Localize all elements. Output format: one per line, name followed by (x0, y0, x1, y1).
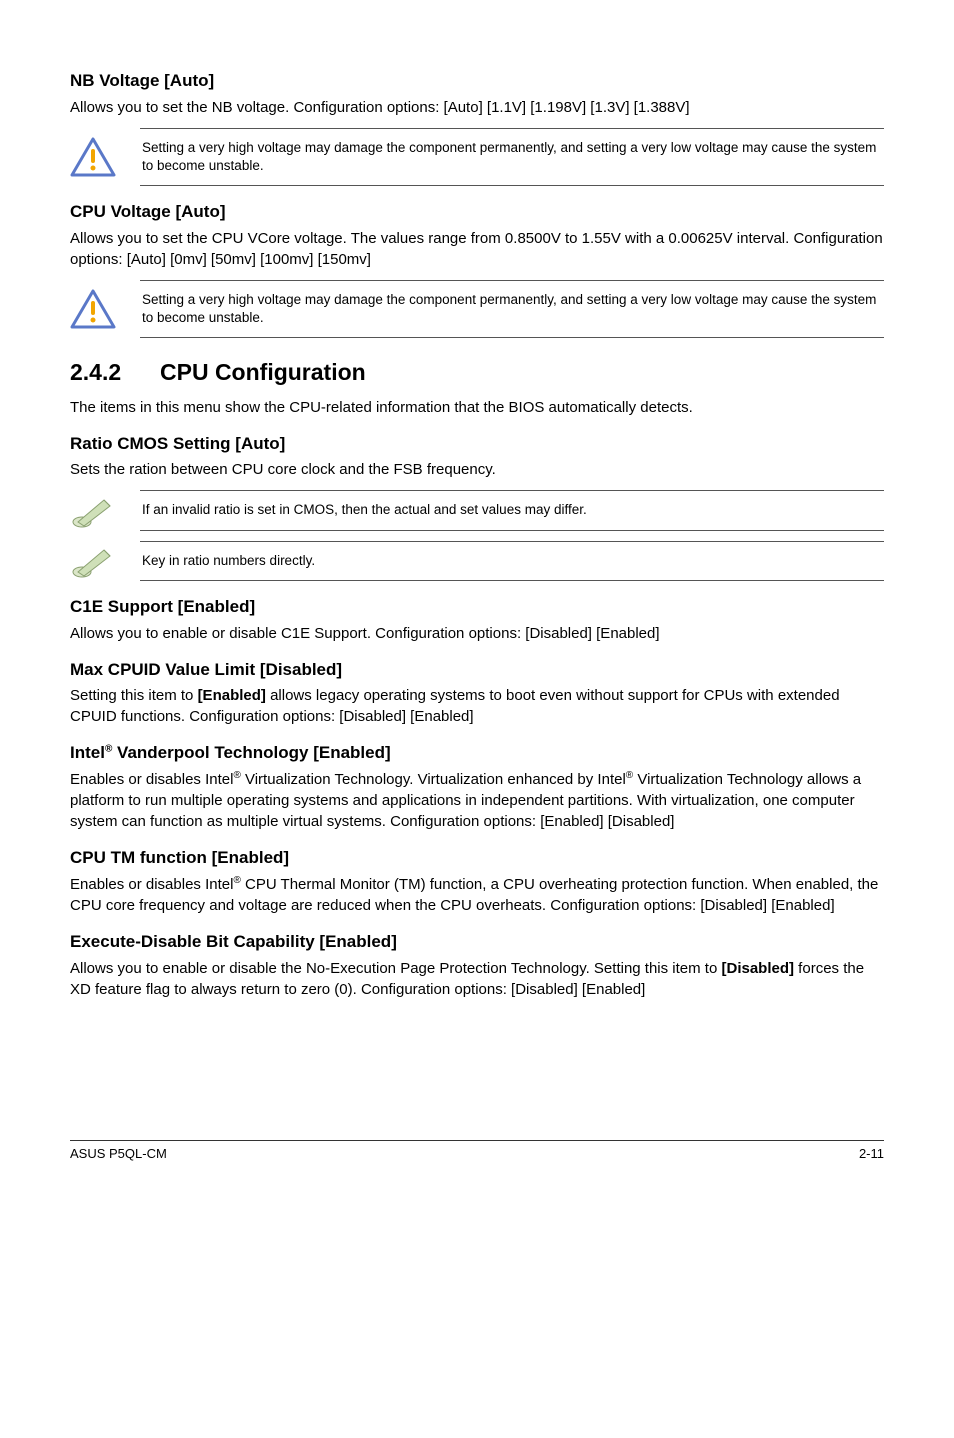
bold-enabled: [Enabled] (198, 687, 266, 704)
callout-text: Key in ratio numbers directly. (140, 541, 884, 581)
heading-exec-disable: Execute-Disable Bit Capability [Enabled] (70, 930, 884, 954)
para-cpu-tm: Enables or disables Intel® CPU Thermal M… (70, 874, 884, 916)
note-icon (70, 492, 140, 530)
para-vanderpool: Enables or disables Intel® Virtualizatio… (70, 769, 884, 832)
heading-vanderpool: Intel® Vanderpool Technology [Enabled] (70, 741, 884, 765)
para-section: The items in this menu show the CPU-rela… (70, 397, 884, 418)
callout-note-2: Key in ratio numbers directly. (70, 541, 884, 581)
text-fragment: Enables or disables Intel (70, 876, 233, 893)
callout-text: Setting a very high voltage may damage t… (140, 280, 884, 338)
heading-ratio-cmos: Ratio CMOS Setting [Auto] (70, 432, 884, 456)
heading-c1e: C1E Support [Enabled] (70, 595, 884, 619)
footer-left: ASUS P5QL-CM (70, 1145, 167, 1163)
para-ratio-cmos: Sets the ration between CPU core clock a… (70, 459, 884, 480)
registered-mark: ® (233, 770, 240, 781)
bold-disabled: [Disabled] (722, 960, 795, 977)
text-fragment: Vanderpool Technology [Enabled] (112, 743, 390, 762)
text-fragment: Enables or disables Intel (70, 771, 233, 788)
callout-text: Setting a very high voltage may damage t… (140, 128, 884, 186)
footer-right: 2-11 (859, 1145, 884, 1163)
callout-text: If an invalid ratio is set in CMOS, then… (140, 490, 884, 530)
text-fragment: Virtualization Technology. Virtualizatio… (241, 771, 626, 788)
text-fragment: Allows you to enable or disable the No-E… (70, 960, 722, 977)
heading-max-cpuid: Max CPUID Value Limit [Disabled] (70, 658, 884, 682)
section-number: 2.4.2 (70, 356, 160, 388)
callout-note-1: If an invalid ratio is set in CMOS, then… (70, 490, 884, 530)
callout-warning-1: Setting a very high voltage may damage t… (70, 128, 884, 186)
warning-icon (70, 137, 140, 177)
warning-icon (70, 289, 140, 329)
text-fragment: Intel (70, 743, 105, 762)
section-name: CPU Configuration (160, 359, 366, 385)
page-footer: ASUS P5QL-CM 2-11 (70, 1140, 884, 1163)
para-max-cpuid: Setting this item to [Enabled] allows le… (70, 685, 884, 727)
section-title: 2.4.2CPU Configuration (70, 356, 884, 388)
heading-cpu-voltage: CPU Voltage [Auto] (70, 200, 884, 224)
para-nb-voltage: Allows you to set the NB voltage. Config… (70, 97, 884, 118)
registered-mark: ® (233, 875, 240, 886)
heading-cpu-tm: CPU TM function [Enabled] (70, 846, 884, 870)
heading-nb-voltage: NB Voltage [Auto] (70, 69, 884, 93)
para-c1e: Allows you to enable or disable C1E Supp… (70, 623, 884, 644)
callout-warning-2: Setting a very high voltage may damage t… (70, 280, 884, 338)
para-cpu-voltage: Allows you to set the CPU VCore voltage.… (70, 228, 884, 270)
para-exec-disable: Allows you to enable or disable the No-E… (70, 958, 884, 1000)
text-fragment: Setting this item to (70, 687, 198, 704)
note-icon (70, 542, 140, 580)
